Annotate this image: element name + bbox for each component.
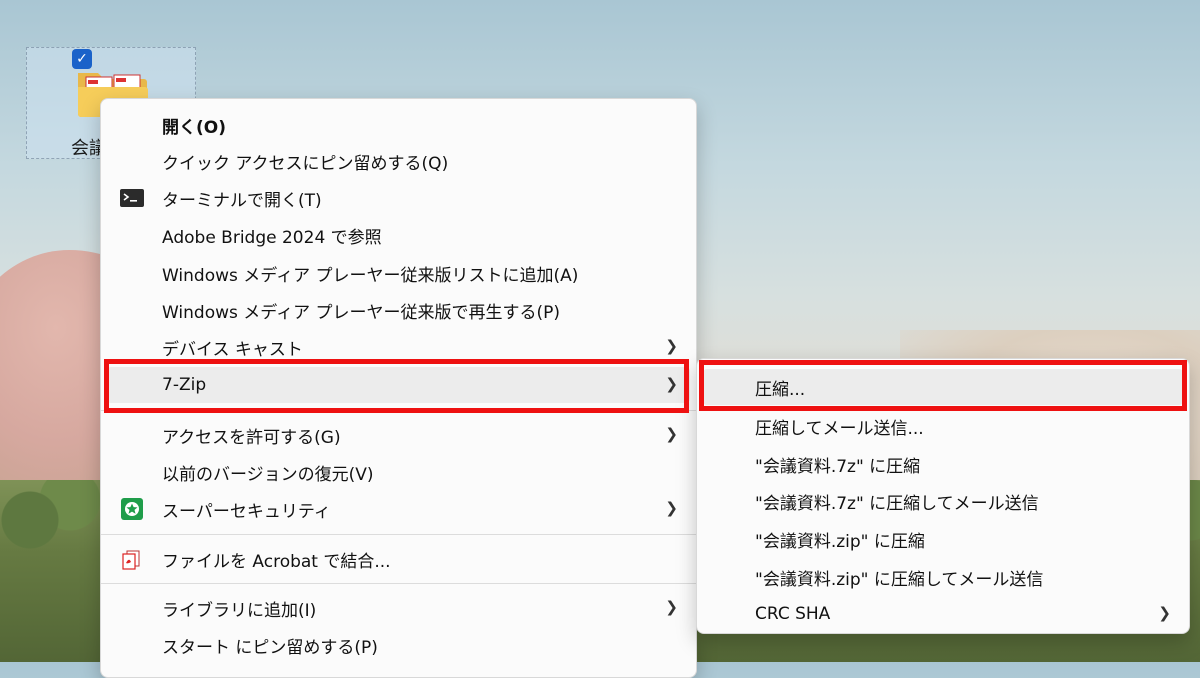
menu-separator bbox=[101, 410, 696, 411]
menu-item-pin-quick-access[interactable]: クイック アクセスにピン留めする(Q) bbox=[107, 143, 690, 179]
menu-item-adobe-bridge[interactable]: Adobe Bridge 2024 で参照 bbox=[107, 217, 690, 253]
menu-item-label: 7-Zip bbox=[162, 375, 207, 395]
menu-item-label: "会議資料.7z" に圧縮してメール送信 bbox=[755, 493, 1039, 514]
menu-item-label: クイック アクセスにピン留めする(Q) bbox=[162, 153, 449, 174]
menu-item-label: 以前のバージョンの復元(V) bbox=[162, 464, 374, 485]
menu-item-label: ライブラリに追加(I) bbox=[162, 600, 317, 621]
menu-item-device-cast[interactable]: デバイス キャスト ❯ bbox=[107, 329, 690, 365]
menu-item-label: スタート にピン留めする(P) bbox=[162, 637, 378, 658]
menu-item-label: Windows メディア プレーヤー従来版で再生する(P) bbox=[162, 302, 561, 323]
menu-separator bbox=[101, 583, 696, 584]
chevron-right-icon: ❯ bbox=[665, 375, 678, 393]
menu-item-pin-start[interactable]: スタート にピン留めする(P) bbox=[107, 627, 690, 663]
menu-item-label: 開く(O) bbox=[162, 117, 226, 138]
menu-item-restore-versions[interactable]: 以前のバージョンの復元(V) bbox=[107, 454, 690, 490]
menu-item-label: デバイス キャスト bbox=[162, 339, 303, 360]
menu-item-add-to-library[interactable]: ライブラリに追加(I) ❯ bbox=[107, 590, 690, 626]
menu-item-label: Adobe Bridge 2024 で参照 bbox=[162, 227, 382, 248]
menu-item-label: 圧縮... bbox=[755, 379, 806, 400]
menu-item-label: "会議資料.7z" に圧縮 bbox=[755, 456, 921, 477]
chevron-right-icon: ❯ bbox=[665, 425, 678, 443]
menu-item-label: ファイルを Acrobat で結合... bbox=[162, 551, 391, 572]
terminal-icon bbox=[120, 189, 144, 207]
zip-submenu: 圧縮... 圧縮してメール送信... "会議資料.7z" に圧縮 "会議資料.7… bbox=[696, 358, 1190, 634]
menu-item-7zip[interactable]: 7-Zip ❯ bbox=[107, 367, 690, 403]
menu-item-wmp-play[interactable]: Windows メディア プレーヤー従来版で再生する(P) bbox=[107, 292, 690, 328]
chevron-right-icon: ❯ bbox=[665, 499, 678, 517]
submenu-item-crc-sha[interactable]: CRC SHA ❯ bbox=[703, 596, 1183, 632]
security-shield-icon bbox=[121, 498, 143, 520]
submenu-item-compress-zip-email[interactable]: "会議資料.zip" に圧縮してメール送信 bbox=[703, 559, 1183, 595]
menu-item-wmp-add-list[interactable]: Windows メディア プレーヤー従来版リストに追加(A) bbox=[107, 255, 690, 291]
menu-item-label: CRC SHA bbox=[755, 604, 831, 624]
chevron-right-icon: ❯ bbox=[665, 598, 678, 616]
menu-item-give-access[interactable]: アクセスを許可する(G) ❯ bbox=[107, 417, 690, 453]
chevron-right-icon: ❯ bbox=[665, 337, 678, 355]
submenu-item-compress-7z[interactable]: "会議資料.7z" に圧縮 bbox=[703, 446, 1183, 482]
chevron-right-icon: ❯ bbox=[1158, 604, 1171, 622]
menu-item-open-terminal[interactable]: ターミナルで開く(T) bbox=[107, 180, 690, 216]
menu-item-acrobat-combine[interactable]: ファイルを Acrobat で結合... bbox=[107, 541, 690, 577]
menu-item-label: アクセスを許可する(G) bbox=[162, 427, 341, 448]
context-menu: 開く(O) クイック アクセスにピン留めする(Q) ターミナルで開く(T) Ad… bbox=[100, 98, 697, 678]
menu-item-label: ターミナルで開く(T) bbox=[162, 190, 322, 211]
menu-item-super-security[interactable]: スーパーセキュリティ ❯ bbox=[107, 491, 690, 527]
submenu-item-compress[interactable]: 圧縮... bbox=[703, 369, 1183, 405]
acrobat-icon bbox=[122, 550, 140, 570]
menu-item-label: スーパーセキュリティ bbox=[162, 501, 331, 522]
menu-item-label: "会議資料.zip" に圧縮してメール送信 bbox=[755, 569, 1044, 590]
submenu-item-compress-email[interactable]: 圧縮してメール送信... bbox=[703, 408, 1183, 444]
submenu-item-compress-zip[interactable]: "会議資料.zip" に圧縮 bbox=[703, 521, 1183, 557]
menu-item-open[interactable]: 開く(O) bbox=[107, 107, 690, 143]
menu-item-label: Windows メディア プレーヤー従来版リストに追加(A) bbox=[162, 265, 579, 286]
menu-item-label: "会議資料.zip" に圧縮 bbox=[755, 531, 925, 552]
menu-separator bbox=[101, 534, 696, 535]
menu-item-label: 圧縮してメール送信... bbox=[755, 418, 924, 439]
submenu-item-compress-7z-email[interactable]: "会議資料.7z" に圧縮してメール送信 bbox=[703, 483, 1183, 519]
